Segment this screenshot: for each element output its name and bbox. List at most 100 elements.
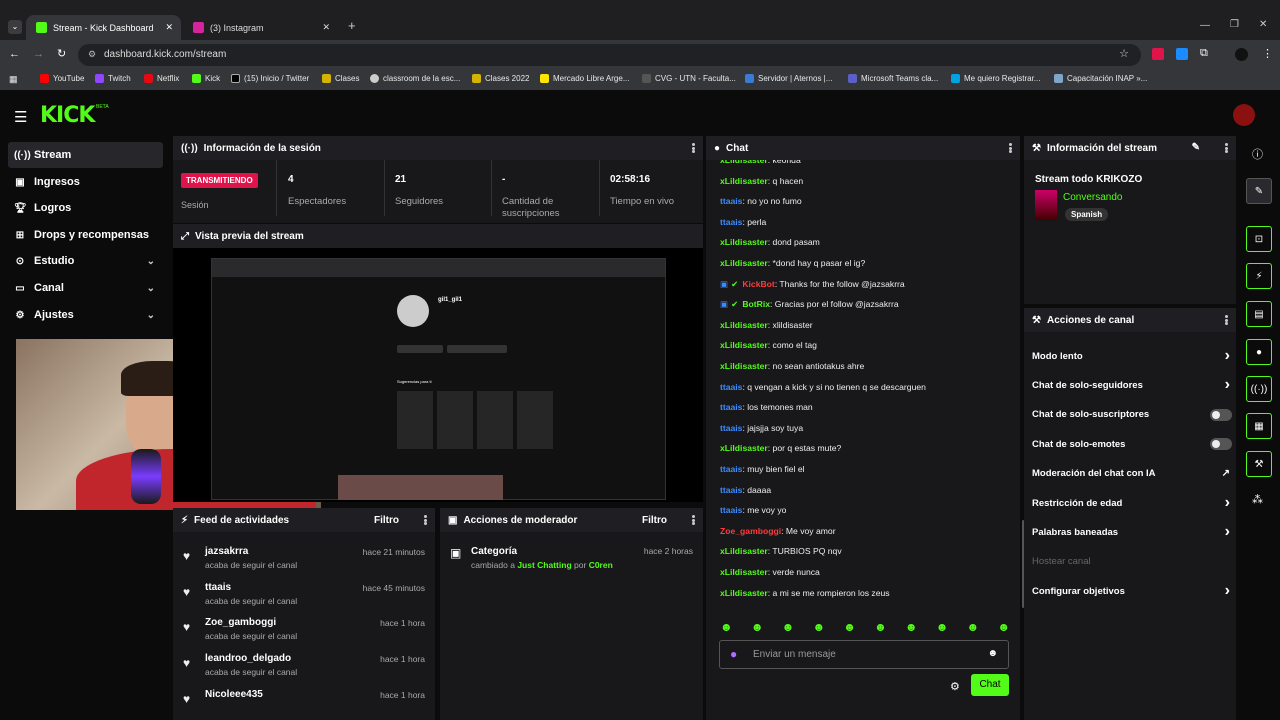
restore-icon[interactable]: ❐ [1230,19,1239,30]
chat-username[interactable]: ttaais [720,402,742,412]
feed-user[interactable]: Zoe_gamboggi [205,617,276,628]
bookmark-netflix[interactable]: Netflix [144,74,179,83]
chat-username[interactable]: xLildisaster [720,340,768,350]
close-tab-icon[interactable]: ✕ [322,22,330,33]
browser-menu-icon[interactable]: ⋮ [1262,47,1273,60]
close-window-icon[interactable]: ✕ [1259,19,1267,30]
chat-username[interactable]: ttaais [720,217,742,227]
feed-filter-button[interactable]: Filtro [374,515,399,526]
back-icon[interactable]: ← [9,48,20,60]
rail-button[interactable]: ⚡︎ [1246,263,1272,289]
chat-username[interactable]: xLildisaster [720,258,768,268]
feed-user[interactable]: ttaais [205,582,231,593]
microphone-icon[interactable]: ● [730,647,737,661]
sidebar-item-ingresos[interactable]: ▣ Ingresos [8,169,163,195]
more-options-icon[interactable] [1225,315,1228,325]
bookmark-kick[interactable]: Kick [192,74,220,83]
emote-icon[interactable]: ☻ [720,620,733,636]
hamburger-menu-icon[interactable]: ☰ [14,108,27,126]
bookmark-twitch[interactable]: Twitch [95,74,131,83]
extension-icon[interactable] [1152,48,1164,60]
emote-icon[interactable]: ☻ [905,620,918,636]
tab-kick-dashboard[interactable]: Stream - Kick Dashboard ✕ [26,15,181,40]
channel-action-row[interactable]: Hostear canal [1032,550,1232,574]
emoji-icon[interactable]: ☻ [987,648,998,659]
channel-action-row[interactable]: Chat de solo-seguidores › [1032,373,1232,397]
url-text[interactable]: dashboard.kick.com/stream [104,49,226,60]
rail-button[interactable]: ▦ [1246,413,1272,439]
mod-user-link[interactable]: C0ren [589,560,613,570]
close-tab-icon[interactable]: ✕ [165,22,173,33]
chat-input[interactable]: ● Enviar un mensaje ☻ [719,640,1009,669]
toggle-switch[interactable] [1210,408,1232,421]
stream-category[interactable]: Conversando [1063,192,1122,203]
chat-username[interactable]: ttaais [720,485,742,495]
emote-icon[interactable]: ☻ [997,620,1010,636]
chat-username[interactable]: ttaais [720,464,742,474]
tab-instagram[interactable]: (3) Instagram ✕ [183,15,338,40]
profile-avatar-icon[interactable] [1235,48,1248,61]
toggle-switch[interactable] [1210,438,1232,451]
more-options-icon[interactable] [692,515,695,525]
sidebar-item-ajustes[interactable]: ⚙ Ajustes ⌄ [8,302,163,328]
channel-action-row[interactable]: Chat de solo-emotes [1032,432,1232,456]
chat-username[interactable]: KickBot [742,279,774,289]
chat-username[interactable]: xLildisaster [720,361,768,371]
channel-action-row[interactable]: Chat de solo-suscriptores [1032,403,1232,427]
emote-icon[interactable]: ☻ [843,620,856,636]
bookmark-aternos[interactable]: Servidor | Aternos |... [745,74,832,83]
emote-icon[interactable]: ☻ [782,620,795,636]
chat-username[interactable]: xLildisaster [720,546,768,556]
reload-icon[interactable]: ↻ [57,47,66,60]
emote-icon[interactable]: ☻ [751,620,764,636]
chat-username[interactable]: ttaais [720,423,742,433]
info-icon[interactable]: ⓘ [1252,146,1263,162]
channel-action-row[interactable]: Restricción de edad › [1032,491,1232,515]
chat-username[interactable]: xLildisaster [720,320,768,330]
feed-user[interactable]: jazsakrra [205,546,248,557]
bookmark-clases[interactable]: Clases [322,74,359,83]
sidebar-item-drops[interactable]: ⊞ Drops y recompensas [8,222,163,248]
extensions-puzzle-icon[interactable]: ⧉ [1200,47,1208,60]
chat-username[interactable]: xLildisaster [720,160,768,165]
extension-icon[interactable] [1176,48,1188,60]
site-info-icon[interactable]: ⚙ [88,49,96,60]
stream-preview-video[interactable]: gil1_gil1 Sugerencias para ti [173,248,703,502]
chat-username[interactable]: BotRix [742,299,770,309]
rail-button[interactable]: ● [1246,339,1272,365]
emote-icon[interactable]: ☻ [812,620,825,636]
sidebar-item-logros[interactable]: 🏆︎ Logros [8,195,163,221]
channel-action-row[interactable]: Palabras baneadas › [1032,520,1232,544]
chat-username[interactable]: ttaais [720,196,742,206]
chat-username[interactable]: xLildisaster [720,237,768,247]
feed-user[interactable]: leandroo_delgado [205,653,291,664]
channel-action-row[interactable]: Configurar objetivos › [1032,579,1232,603]
emote-icon[interactable]: ☻ [936,620,949,636]
more-options-icon[interactable] [424,515,427,525]
rail-button[interactable]: ⚒ [1246,451,1272,477]
chat-username[interactable]: ttaais [720,505,742,515]
chat-username[interactable]: xLildisaster [720,176,768,186]
chat-username[interactable]: xLildisaster [720,443,768,453]
bookmark-classroom[interactable]: classroom de la esc... [370,74,460,83]
bookmark-mercadolibre[interactable]: Mercado Libre Arge... [540,74,629,83]
chat-username[interactable]: Zoe_gamboggi [720,526,781,536]
minimize-icon[interactable]: — [1200,20,1210,31]
rail-button[interactable]: ((·)) [1246,376,1272,402]
kick-logo[interactable]: KICK [40,103,95,128]
user-avatar[interactable] [1233,104,1255,126]
apps-grid-icon[interactable]: ▦ [9,74,18,85]
chat-username[interactable]: xLildisaster [720,567,768,577]
bookmark-twitter[interactable]: (15) Inicio / Twitter [231,74,309,83]
address-bar[interactable]: ⚙ dashboard.kick.com/stream ☆ [78,44,1141,66]
bookmark-star-icon[interactable]: ☆ [1119,47,1129,60]
more-options-icon[interactable] [1009,143,1012,153]
bookmark-registrar[interactable]: Me quiero Registrar... [951,74,1040,83]
new-tab-icon[interactable]: + [348,18,356,33]
chat-settings-icon[interactable]: ⚙ [950,680,960,693]
more-options-icon[interactable] [692,143,695,153]
tab-list-icon[interactable]: ⌄ [8,20,22,34]
sidebar-item-canal[interactable]: ▭ Canal ⌄ [8,275,163,301]
channel-action-row[interactable]: Moderación del chat con IA ↗ [1032,462,1232,486]
edit-pencil-icon[interactable]: ✎ [1192,142,1200,153]
